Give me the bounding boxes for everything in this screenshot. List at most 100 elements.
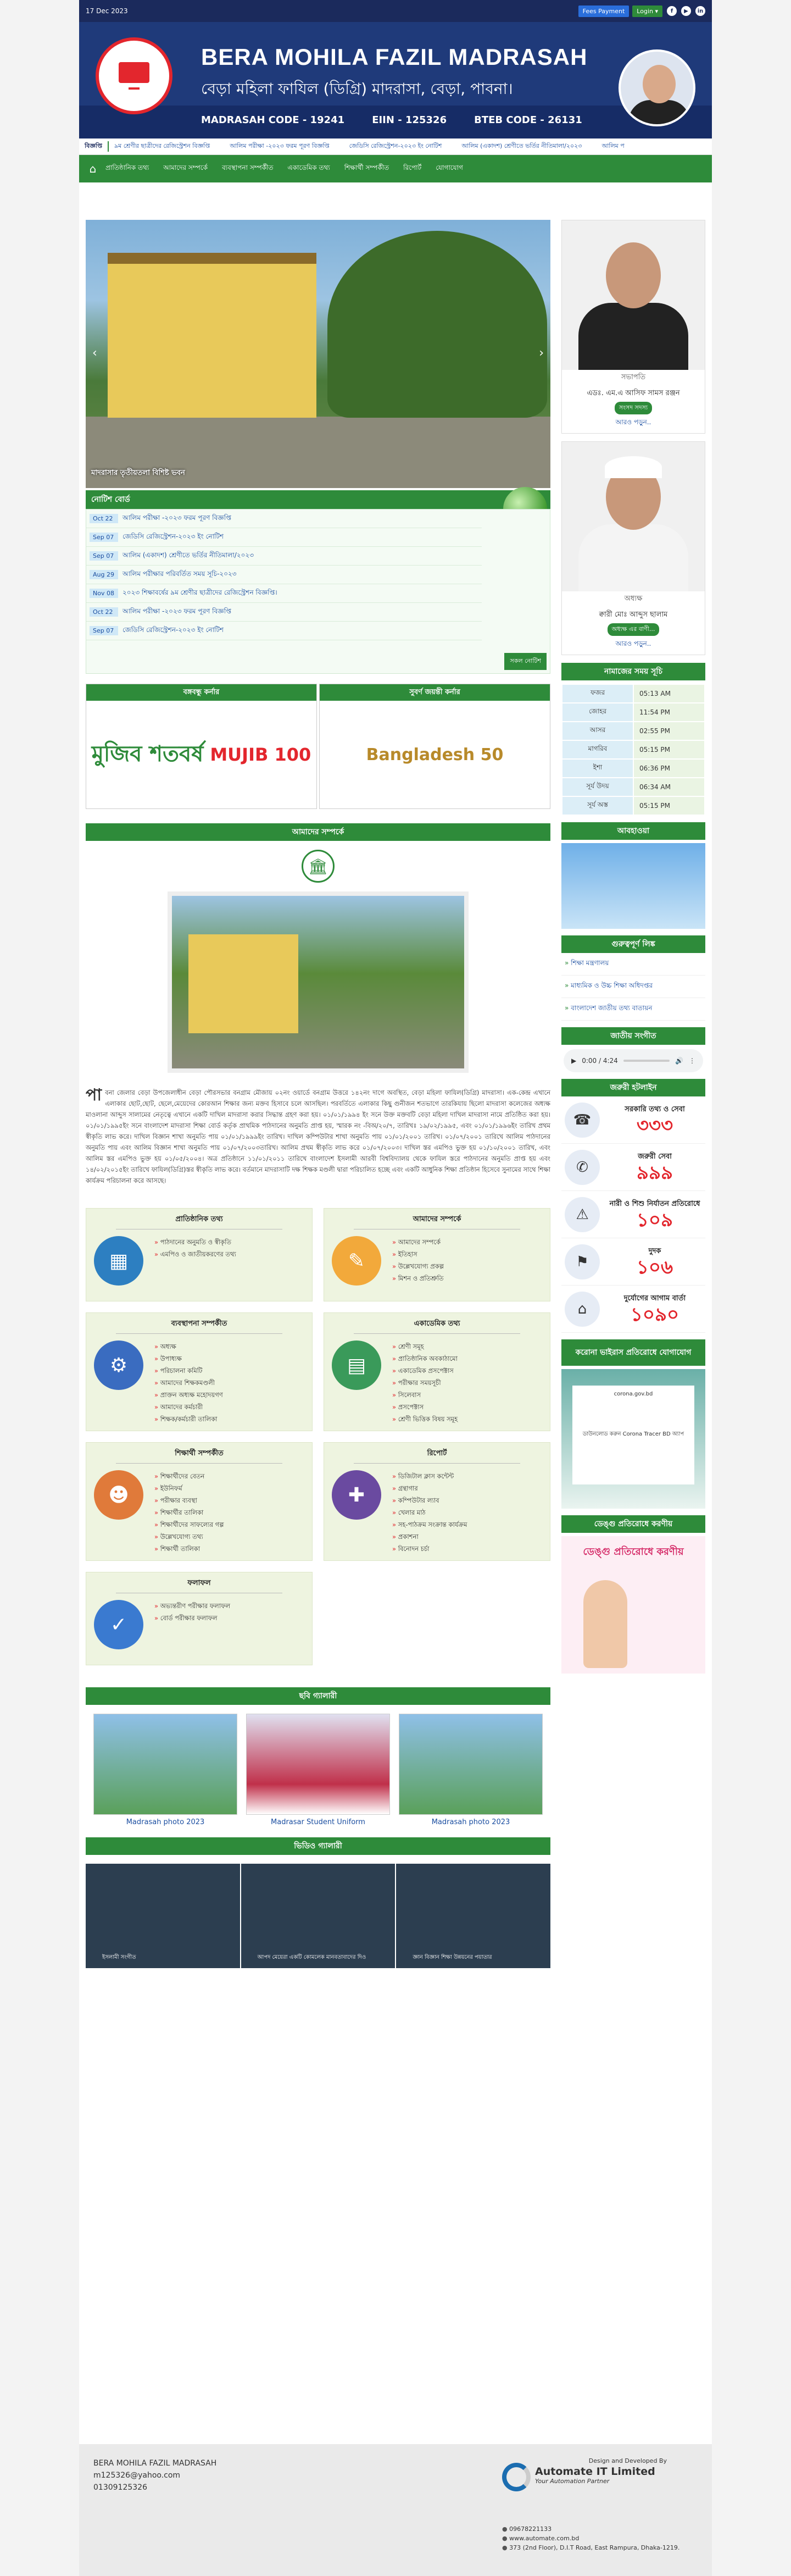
gallery-caption[interactable]: Madrasar Student Uniform	[246, 1818, 390, 1826]
notice-text[interactable]: জেডিসি রেজিস্ট্রেশন-২০২৩ ইং নোটিশ	[122, 625, 224, 636]
card-link[interactable]: ইতিহাস	[392, 1248, 444, 1260]
chairman-read-more[interactable]: আরও পড়ুন..	[562, 418, 705, 429]
notice-item[interactable]: Oct 22 আলিম পরীক্ষা -২০২৩ ফরম পূরণ বিজ্ঞপ…	[86, 603, 482, 622]
video-title[interactable]: জ্ঞান বিজ্ঞান শিক্ষা উন্নয়নের পয়াতার	[413, 1953, 492, 1963]
developer-credit[interactable]: Design and Developed By Automate IT Limi…	[502, 2457, 667, 2491]
nav-report[interactable]: রিপোর্ট	[403, 163, 421, 174]
card-link[interactable]: উপাধ্যক্ষ	[154, 1353, 223, 1365]
nav-management[interactable]: ব্যবস্থাপনা সম্পর্কীত	[222, 163, 274, 174]
important-link[interactable]: বাংলাদেশ জাতীয় তথ্য বাতায়ন	[561, 998, 705, 1021]
ticker-item[interactable]: আলিম পরীক্ষা -২০২৩ ফরম পূরণ বিজ্ঞপ্তি	[230, 141, 329, 152]
login-button[interactable]: Login ▾	[632, 5, 662, 17]
youtube-icon[interactable]: ▶	[681, 6, 691, 16]
card-link[interactable]: পরীক্ষার সময়সূচী	[392, 1377, 458, 1389]
nav-academic[interactable]: একাডেমিক তথ্য	[288, 163, 330, 174]
card-link[interactable]: শিক্ষার্থী তালিকা	[154, 1543, 224, 1555]
card-link[interactable]: খেলার মাঠ	[392, 1506, 467, 1519]
ticker-item[interactable]: আলিম প	[601, 141, 624, 152]
card-link[interactable]: মিশন ও প্রতিশ্রুতি	[392, 1272, 444, 1284]
card-link[interactable]: শিক্ষার্থীদের সাফল্যের গল্প	[154, 1519, 224, 1531]
footer-email[interactable]: m125326@yahoo.com	[93, 2469, 216, 2481]
card-link[interactable]: আমাদের শিক্ষকমণ্ডলী	[154, 1377, 223, 1389]
notice-text[interactable]: আলিম পরীক্ষা -২০২৩ ফরম পূরণ বিজ্ঞপ্তি	[122, 607, 231, 618]
notice-item[interactable]: Nov 08 ২০২৩ শিক্ষাবর্ষের ৯ম শ্রেণীর ছাত্র…	[86, 584, 482, 603]
facebook-icon[interactable]: f	[667, 6, 677, 16]
card-link[interactable]: সিলেবাস	[392, 1389, 458, 1401]
notice-item[interactable]: Sep 07 জেডিসি রেজিস্ট্রেশন-২০২৩ ইং নোটিশ	[86, 528, 482, 547]
video-item[interactable]: আপদ মেয়েরা একটি কোমলেক মানবতাবাদের দিও	[241, 1864, 396, 1968]
card-link[interactable]: প্রাতিষ্ঠানিক অবকাঠামো	[392, 1353, 458, 1365]
card-link[interactable]: শিক্ষক/কর্মচারী তালিকা	[154, 1413, 223, 1425]
notice-item[interactable]: Aug 29 আলিম পরীক্ষার পরিবর্তিত সময় সূচি-…	[86, 566, 482, 584]
card-link[interactable]: আমাদের কর্মচারী	[154, 1401, 223, 1413]
card-link[interactable]: উল্লেখযোগ্য তথ্য	[154, 1531, 224, 1543]
notice-item[interactable]: Oct 22 আলিম পরীক্ষা -২০২৩ ফরম পূরণ বিজ্ঞপ…	[86, 509, 482, 528]
developer-phone[interactable]: 09678221133	[502, 2524, 700, 2534]
card-link[interactable]: একাডেমিক প্রসপেক্টাস	[392, 1365, 458, 1377]
important-link[interactable]: মাধ্যমিক ও উচ্চ শিক্ষা অধিদপ্তর	[561, 976, 705, 998]
anthem-audio-player[interactable]: ▶ 0:00 / 4:24 🔊 ⋮	[564, 1049, 703, 1072]
bangabandhu-corner[interactable]: বঙ্গবন্ধু কর্নার মুজিব শতবর্ষ MUJIB 100	[86, 684, 317, 809]
card-link[interactable]: কম্পিউটার ল্যাব	[392, 1494, 467, 1506]
video-item[interactable]: ইসলামী সংগীত	[86, 1864, 240, 1968]
madrasah-logo[interactable]	[96, 37, 172, 114]
principal-read-more[interactable]: আরও পড়ুন..	[562, 639, 705, 650]
card-link[interactable]: ইউনিফর্ম	[154, 1482, 224, 1494]
volume-icon[interactable]: 🔊	[675, 1057, 683, 1065]
image-slider[interactable]: ‹ › মাদরাসার তৃতীয়তলা বিশিষ্ট ভবন	[86, 220, 550, 488]
notice-text[interactable]: আলিম (একাদশ) শ্রেণীতে ভর্তির নীতিমালা/২০…	[122, 551, 254, 562]
notice-text[interactable]: ২০২৩ শিক্ষাবর্ষের ৯ম শ্রেণীর ছাত্রীদের র…	[122, 588, 277, 599]
card-link[interactable]: শিক্ষার্থীর তালিকা	[154, 1506, 224, 1519]
card-link[interactable]: এমপিও ও জাতীয়করণের তথ্য	[154, 1248, 236, 1260]
all-notices-button[interactable]: সকল নোটিশ	[504, 653, 547, 670]
developer-website[interactable]: www.automate.com.bd	[502, 2534, 700, 2543]
video-title[interactable]: ইসলামী সংগীত	[102, 1953, 136, 1963]
card-link[interactable]: শ্রেণী সমূহ	[392, 1340, 458, 1353]
gallery-caption[interactable]: Madrasah photo 2023	[93, 1818, 237, 1826]
gallery-photo[interactable]	[93, 1714, 237, 1815]
video-title[interactable]: আপদ মেয়েরা একটি কোমলেক মানবতাবাদের দিও	[258, 1953, 366, 1963]
card-link[interactable]: প্রকাশনা	[392, 1531, 467, 1543]
video-item[interactable]: জ্ঞান বিজ্ঞান শিক্ষা উন্নয়নের পয়াতার	[396, 1864, 551, 1968]
card-link[interactable]: সহ-পাঠক্রম সংক্রান্ত কার্যক্রম	[392, 1519, 467, 1531]
card-link[interactable]: উল্লেখযোগ্য প্রকল্প	[392, 1260, 444, 1272]
ticker-item[interactable]: আলিম (একাদশ) শ্রেণীতে ভর্তির নীতিমালা/২০…	[461, 141, 582, 152]
ticker-item[interactable]: জেডিসি রেজিস্ট্রেশন-২০২৩ ইং নোটিশ	[349, 141, 442, 152]
audio-progress-bar[interactable]	[623, 1060, 670, 1062]
nav-about[interactable]: আমাদের সম্পর্কে	[163, 163, 208, 174]
card-link[interactable]: গ্রন্থাগার	[392, 1482, 467, 1494]
ticker-item[interactable]: ৯ম শ্রেণীর ছাত্রীদের রেজিস্ট্রেশন বিজ্ঞপ…	[114, 141, 210, 152]
nav-institution-info[interactable]: প্রাতিষ্ঠানিক তথ্য	[105, 163, 149, 174]
card-link[interactable]: পরিচালনা কমিটি	[154, 1365, 223, 1377]
footer-phone[interactable]: 01309125326	[93, 2481, 216, 2494]
gallery-photo[interactable]	[399, 1714, 543, 1815]
gallery-item[interactable]: Madrasah photo 2023	[93, 1714, 237, 1826]
slider-next-icon[interactable]: ›	[539, 346, 544, 360]
card-link[interactable]: প্রাক্তন অধ্যক্ষ মহোদয়গণ	[154, 1389, 223, 1401]
card-link[interactable]: আমাদের সম্পর্কে	[392, 1236, 444, 1248]
play-icon[interactable]: ▶	[571, 1057, 576, 1065]
golden-jubilee-corner[interactable]: সুবর্ণ জয়ন্তী কর্নার Bangladesh 50	[319, 684, 550, 809]
card-link[interactable]: বোর্ড পরীক্ষার ফলাফল	[154, 1612, 230, 1624]
nav-students[interactable]: শিক্ষার্থী সম্পর্কীত	[344, 163, 389, 174]
notice-item[interactable]: Sep 07 জেডিসি রেজিস্ট্রেশন-২০২৩ ইং নোটিশ	[86, 622, 482, 640]
card-link[interactable]: পাঠদানের অনুমতি ও স্বীকৃতি	[154, 1236, 236, 1248]
linkedin-icon[interactable]: in	[695, 6, 705, 16]
gallery-item[interactable]: Madrasah photo 2023	[399, 1714, 543, 1826]
notice-item[interactable]: Sep 07 আলিম (একাদশ) শ্রেণীতে ভর্তির নীতিম…	[86, 547, 482, 566]
slider-prev-icon[interactable]: ‹	[92, 346, 97, 360]
gallery-caption[interactable]: Madrasah photo 2023	[399, 1818, 543, 1826]
gallery-item[interactable]: Madrasar Student Uniform	[246, 1714, 390, 1826]
card-link[interactable]: প্রসপেক্টাস	[392, 1401, 458, 1413]
card-link[interactable]: শিক্ষার্থীদের বেতন	[154, 1470, 224, 1482]
notice-text[interactable]: জেডিসি রেজিস্ট্রেশন-২০২৩ ইং নোটিশ	[122, 532, 224, 543]
card-link[interactable]: বিনোদন চর্চা	[392, 1543, 467, 1555]
notice-text[interactable]: আলিম পরীক্ষার পরিবর্তিত সময় সূচি-২০২৩	[122, 569, 237, 580]
notice-text[interactable]: আলিম পরীক্ষা -২০২৩ ফরম পূরণ বিজ্ঞপ্তি	[122, 513, 231, 524]
card-link[interactable]: শ্রেণী ভিত্তিক বিষয় সমূহ	[392, 1413, 458, 1425]
more-options-icon[interactable]: ⋮	[689, 1057, 695, 1065]
card-link[interactable]: পরীক্ষার ব্যবস্থা	[154, 1494, 224, 1506]
dengue-banner[interactable]: ডেঙ্গু প্রতিরোধে করণীয়	[561, 1536, 705, 1674]
card-link[interactable]: ডিজিটাল ক্লাস কন্টেন্ট	[392, 1470, 467, 1482]
important-link[interactable]: শিক্ষা মন্ত্রণালয়	[561, 953, 705, 976]
